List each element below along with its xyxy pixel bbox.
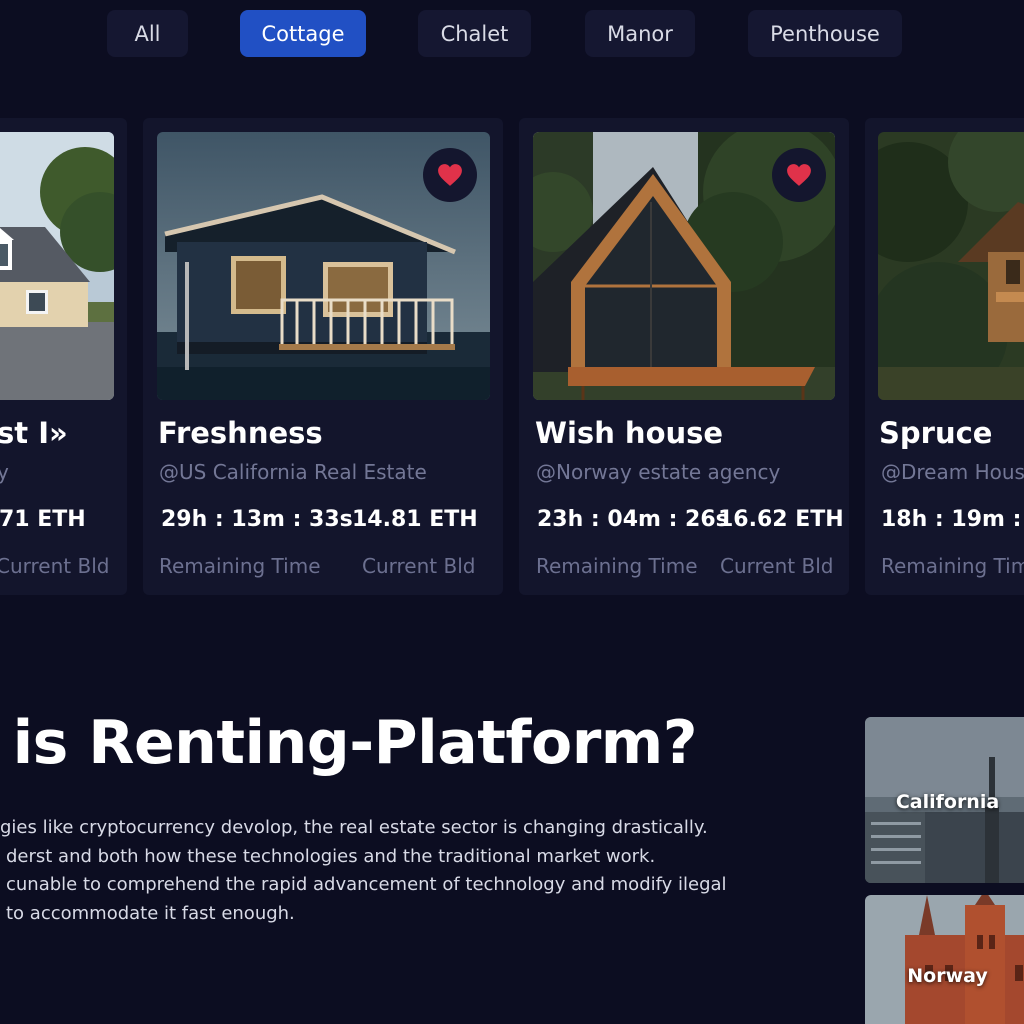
section-title: t is Renting-Platform?: [0, 708, 698, 778]
paragraph-line: to accommodate it fast enough.: [6, 903, 295, 924]
agency-name[interactable]: @Dream Hous: [881, 460, 1024, 484]
remaining-time-label: Remaining Tim: [881, 554, 1024, 578]
norway-photo: [865, 895, 1024, 1024]
location-tile-norway[interactable]: Norway: [865, 895, 1024, 1024]
favorite-button[interactable]: [423, 148, 477, 202]
tab-penthouse[interactable]: Penthouse: [748, 10, 902, 57]
agency-name[interactable]: @Norway estate agency: [536, 460, 780, 484]
property-title: Spruce: [879, 416, 993, 450]
remaining-time-label: Remaining Time: [536, 554, 698, 578]
property-card[interactable]: st I» y 71 ETH Current Bld: [0, 118, 127, 595]
current-bid-label: Current Bld: [362, 554, 476, 578]
paragraph-line: derst and both how these technologies an…: [6, 846, 656, 867]
remaining-time: 18h : 19m : 33: [881, 507, 1024, 532]
remaining-time-label: Remaining Time: [159, 554, 321, 578]
paragraph-line: cunable to comprehend the rapid advancem…: [6, 874, 727, 895]
property-card[interactable]: Freshness @US California Real Estate 29h…: [143, 118, 503, 595]
paragraph-line: gies like cryptocurrency devolop, the re…: [0, 817, 708, 838]
current-bid: 16.62 ETH: [718, 507, 844, 532]
property-title: Wish house: [535, 416, 724, 450]
property-card[interactable]: Spruce @Dream Hous 18h : 19m : 33 Remain…: [865, 118, 1024, 595]
current-bid: 14.81 ETH: [352, 507, 478, 532]
heart-icon: [787, 164, 811, 186]
heart-icon: [438, 164, 462, 186]
tab-all[interactable]: All: [107, 10, 188, 57]
agency-name[interactable]: y: [0, 460, 9, 484]
location-tile-california[interactable]: California: [865, 717, 1024, 883]
favorite-button[interactable]: [772, 148, 826, 202]
remaining-time: 29h : 13m : 33s: [161, 507, 353, 532]
property-title: Freshness: [158, 416, 323, 450]
location-label: Norway: [907, 965, 988, 987]
agency-name[interactable]: @US California Real Estate: [159, 460, 427, 484]
current-bid-label: Current Bld: [720, 554, 834, 578]
current-bid-label: Current Bld: [0, 554, 110, 578]
current-bid: 71 ETH: [0, 507, 86, 532]
property-photo: [878, 132, 1024, 400]
tab-manor[interactable]: Manor: [585, 10, 695, 57]
location-label: California: [895, 791, 1000, 813]
remaining-time: 23h : 04m : 26s: [537, 507, 729, 532]
property-title: st I»: [0, 416, 68, 450]
page: All Cottage Chalet Manor Penthouse st I»: [0, 0, 1024, 1024]
tab-chalet[interactable]: Chalet: [418, 10, 531, 57]
property-photo: [0, 132, 114, 400]
property-card[interactable]: Wish house @Norway estate agency 23h : 0…: [519, 118, 849, 595]
tab-cottage[interactable]: Cottage: [240, 10, 366, 57]
